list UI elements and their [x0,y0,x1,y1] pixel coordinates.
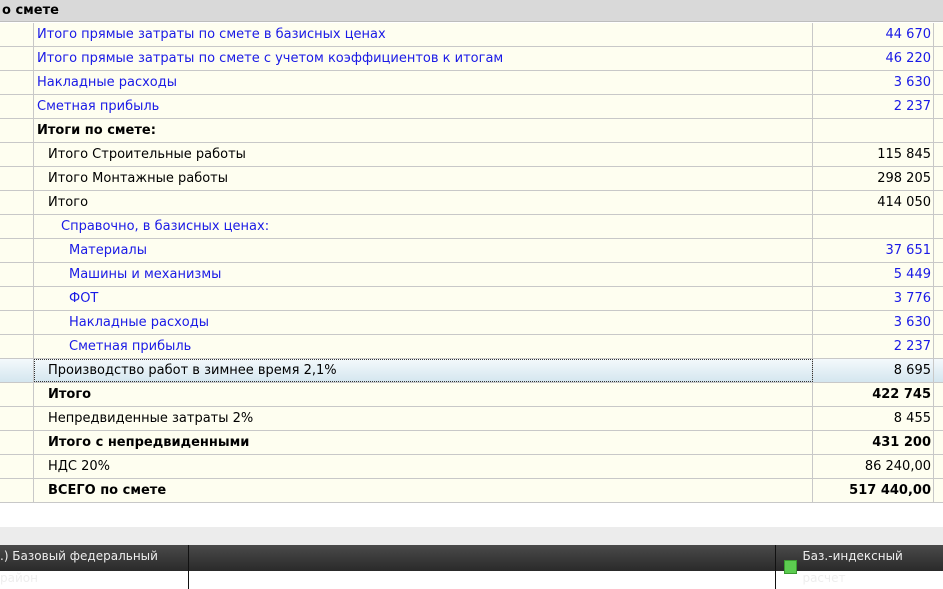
table-row[interactable]: Накладные расходы 3 630 [0,71,943,95]
horizontal-scroll-area[interactable] [0,527,943,545]
row-value: 86 240,00 [813,455,934,478]
row-label: Итого прямые затраты по смете с учетом к… [34,47,813,70]
row-value: 2 237 [813,95,934,118]
table-row[interactable]: Машины и механизмы 5 449 [0,263,943,287]
row-marker-cell [0,359,34,382]
row-value [813,119,934,142]
row-value: 3 630 [813,71,934,94]
row-marker-cell [0,263,34,286]
row-label: Итого Монтажные работы [34,167,813,190]
row-label: Итого с непредвиденными [34,431,813,454]
table-row[interactable]: Итого прямые затраты по смете с учетом к… [0,47,943,71]
row-marker-cell [0,71,34,94]
status-mode-label: Баз.-индексный расчет [802,549,903,585]
table-row[interactable]: Итого Строительные работы 115 845 [0,143,943,167]
table-row[interactable]: Итого Монтажные работы 298 205 [0,167,943,191]
row-marker-cell [0,407,34,430]
row-value: 298 205 [813,167,934,190]
table-row[interactable]: Материалы 37 651 [0,239,943,263]
row-value: 3 630 [813,311,934,334]
row-marker-cell [0,479,34,502]
section-header: о смете [0,0,943,22]
status-region: .) Базовый федеральный район [0,545,189,589]
row-marker-cell [0,167,34,190]
row-label: Итого Строительные работы [34,143,813,166]
row-value: 431 200 [813,431,934,454]
summary-table: Итого прямые затраты по смете в базисных… [0,23,943,503]
row-marker-cell [0,143,34,166]
row-marker-cell [0,335,34,358]
row-label: Справочно, в базисных ценах: [34,215,813,238]
row-label: Сметная прибыль [34,335,813,358]
row-marker-cell [0,383,34,406]
row-marker-cell [0,431,34,454]
row-marker-cell [0,95,34,118]
table-row[interactable]: Справочно, в базисных ценах: [0,215,943,239]
row-marker-cell [0,215,34,238]
row-value: 8 695 [813,359,934,382]
row-label: Итого прямые затраты по смете в базисных… [34,23,813,46]
row-label: Итого [34,383,813,406]
row-value: 422 745 [813,383,934,406]
table-row[interactable]: Итого прямые затраты по смете в базисных… [0,23,943,47]
table-row[interactable]: Сметная прибыль 2 237 [0,335,943,359]
row-marker-cell [0,191,34,214]
row-label: Производство работ в зимнее время 2,1% [34,359,813,382]
table-row[interactable]: Непредвиденные затраты 2% 8 455 [0,407,943,431]
row-value: 5 449 [813,263,934,286]
row-value: 3 776 [813,287,934,310]
table-row[interactable]: Накладные расходы 3 630 [0,311,943,335]
table-row[interactable]: Итого с непредвиденными 431 200 [0,431,943,455]
row-marker-cell [0,287,34,310]
row-value: 2 237 [813,335,934,358]
green-indicator-icon [784,560,798,574]
row-label: Машины и механизмы [34,263,813,286]
row-marker-cell [0,239,34,262]
status-bar: .) Базовый федеральный район Баз.-индекс… [0,545,943,589]
row-label: Итоги по смете: [34,119,813,142]
table-row[interactable]: Производство работ в зимнее время 2,1% 8 … [0,359,943,383]
row-value: 44 670 [813,23,934,46]
row-marker-cell [0,119,34,142]
row-value: 414 050 [813,191,934,214]
table-row[interactable]: Сметная прибыль 2 237 [0,95,943,119]
row-marker-cell [0,455,34,478]
status-mode[interactable]: Баз.-индексный расчет [775,545,943,589]
row-label: Сметная прибыль [34,95,813,118]
row-label: ФОТ [34,287,813,310]
row-marker-cell [0,47,34,70]
row-label: Непредвиденные затраты 2% [34,407,813,430]
row-label: Накладные расходы [34,71,813,94]
row-label: Накладные расходы [34,311,813,334]
row-value [813,215,934,238]
table-row[interactable]: Итого 422 745 [0,383,943,407]
row-value: 115 845 [813,143,934,166]
table-row[interactable]: ФОТ 3 776 [0,287,943,311]
row-label: Итого [34,191,813,214]
row-marker-cell [0,23,34,46]
row-label: ВСЕГО по смете [34,479,813,502]
table-row[interactable]: ВСЕГО по смете 517 440,00 [0,479,943,503]
table-row[interactable]: Итоги по смете: [0,119,943,143]
row-value: 8 455 [813,407,934,430]
row-label: Материалы [34,239,813,262]
row-value: 517 440,00 [813,479,934,502]
row-value: 46 220 [813,47,934,70]
table-row[interactable]: Итого 414 050 [0,191,943,215]
row-label: НДС 20% [34,455,813,478]
row-marker-cell [0,311,34,334]
row-value: 37 651 [813,239,934,262]
table-row[interactable]: НДС 20% 86 240,00 [0,455,943,479]
